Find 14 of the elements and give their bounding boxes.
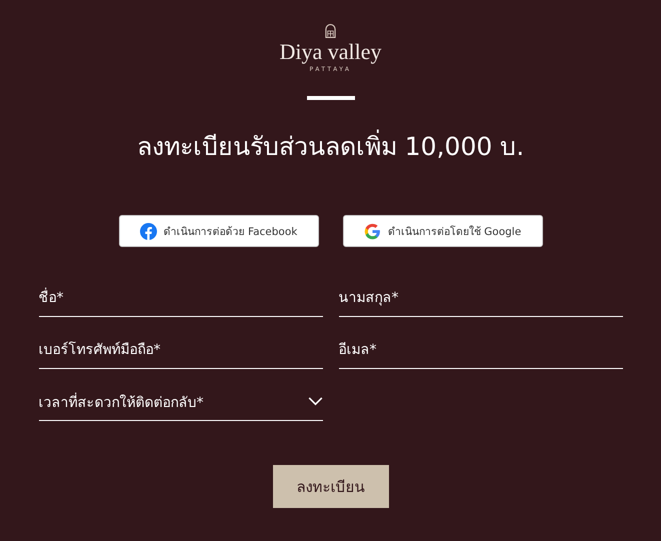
input-field[interactable]: เบอร์โทรศัพท์มือถือ* <box>38 335 322 369</box>
page-heading: ลงทะเบียนรับส่วนลดเพิ่ม 10,000 บ. <box>136 127 524 167</box>
input-field[interactable]: อีเมล* <box>338 335 622 369</box>
arch-crest-icon <box>325 23 336 39</box>
google-login-button[interactable]: ดำเนินการต่อโดยใช้ Google <box>342 215 542 247</box>
facebook-icon <box>140 222 157 240</box>
brand-name: Diya valley <box>279 40 382 64</box>
input-field[interactable]: ชื่อ* <box>38 283 322 317</box>
register-button[interactable]: ลงทะเบียน <box>272 465 388 508</box>
select-field[interactable]: เวลาที่สะดวกให้ติดต่อกลับ* <box>38 387 322 421</box>
input-field[interactable]: นามสกุล* <box>338 283 622 317</box>
google-icon <box>364 222 381 240</box>
chevron-down-icon <box>308 397 322 406</box>
facebook-login-button[interactable]: ดำเนินการต่อด้วย Facebook <box>118 215 318 247</box>
